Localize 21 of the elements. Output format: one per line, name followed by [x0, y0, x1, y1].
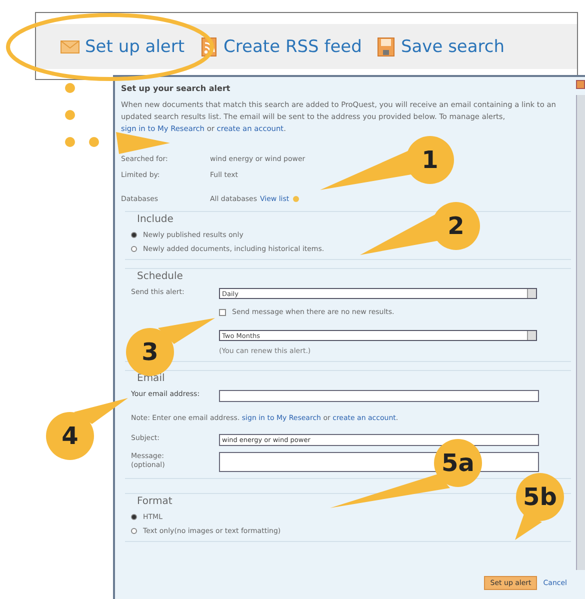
radio-button[interactable]: [131, 232, 137, 238]
scrollbar[interactable]: [576, 95, 585, 570]
toolbar-link[interactable]: Set up alert: [60, 36, 185, 56]
callout-pointer: [515, 514, 542, 540]
callout-pointer: [74, 398, 128, 424]
section-legend: Email: [137, 373, 165, 384]
checkbox[interactable]: [219, 308, 226, 316]
email-input-field[interactable]: [219, 390, 539, 402]
callout-badge: 4: [46, 412, 94, 460]
close-button[interactable]: [576, 80, 585, 89]
section-legend: Schedule: [137, 271, 183, 282]
dialog-title: Set up your search alert: [121, 84, 232, 93]
message-field[interactable]: [219, 452, 539, 472]
callout-pointer: [158, 318, 215, 344]
radio-button[interactable]: [131, 514, 137, 520]
toolbar-link[interactable]: Create RSS feed: [198, 36, 362, 56]
section-legend: Format: [137, 496, 172, 507]
section-legend: Include: [137, 214, 174, 225]
toolbar-link[interactable]: Save search: [376, 36, 505, 56]
radio-button[interactable]: [131, 246, 137, 252]
radio-button[interactable]: [131, 528, 137, 534]
